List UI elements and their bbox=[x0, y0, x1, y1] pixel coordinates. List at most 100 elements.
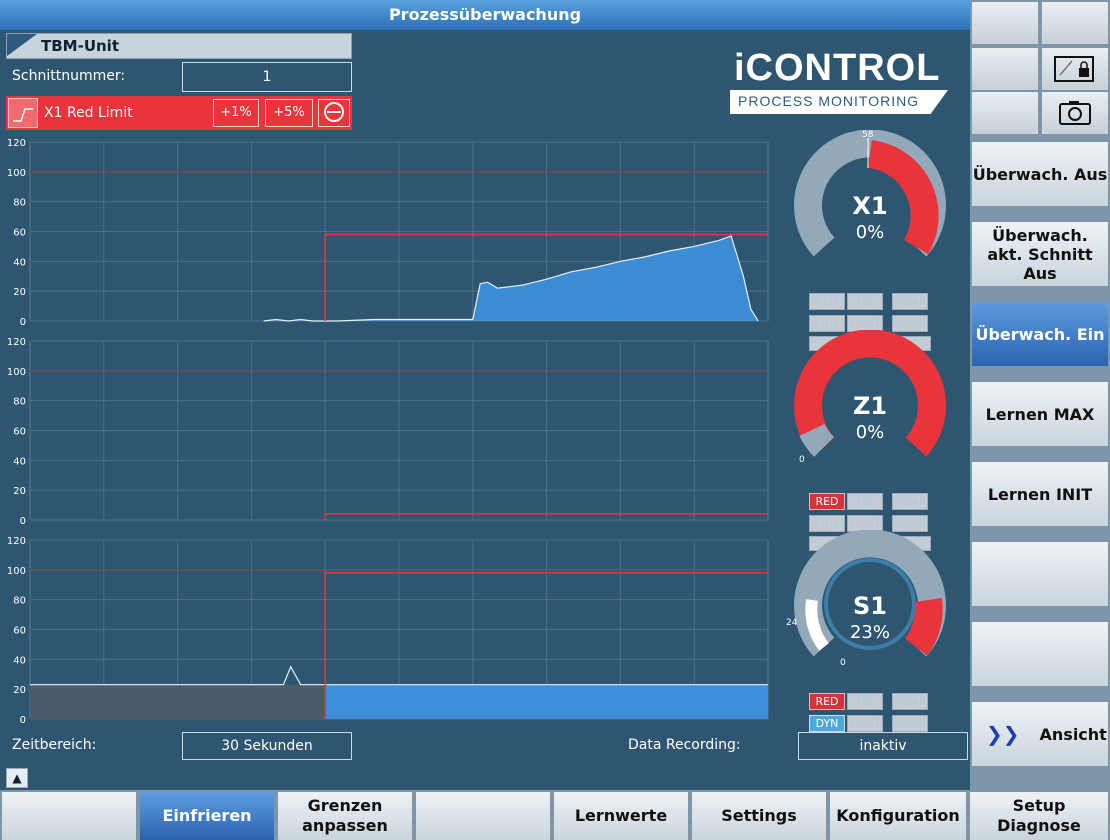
y-tick-label: 0 bbox=[20, 516, 26, 527]
gauge-s1-percent: 23% bbox=[849, 622, 890, 643]
screenshot-button[interactable] bbox=[1042, 92, 1108, 134]
sidebar-blank-2[interactable] bbox=[1042, 2, 1108, 44]
unit-corner-icon bbox=[7, 34, 37, 56]
time-range-label: Zeitbereich: bbox=[12, 737, 97, 753]
s1-red-led: RED bbox=[809, 693, 845, 710]
chart-s1: 120 100 80 60 40 20 0 bbox=[7, 536, 769, 726]
main-panel: TBM-Unit Schnittnummer: 1 X1 Red Limit +… bbox=[0, 30, 970, 766]
setup-diagnosis-button[interactable]: Setup Diagnose bbox=[970, 792, 1108, 840]
s1-wear-led: WEAR bbox=[892, 693, 928, 710]
gauge-x1-percent: 0% bbox=[855, 222, 885, 243]
y-tick-label: 100 bbox=[7, 367, 26, 378]
logo-brand: iCONTROL bbox=[734, 47, 941, 89]
learn-max-button[interactable]: Lernen MAX bbox=[972, 382, 1108, 446]
gauge-z1-marker: 0 bbox=[799, 455, 805, 465]
z1-yel-led: YEL bbox=[847, 493, 883, 510]
red-limit-label: X1 Red Limit bbox=[44, 105, 133, 121]
double-chevron-icon: ❯❯ bbox=[986, 722, 1020, 746]
lock-screen-button[interactable] bbox=[1042, 48, 1108, 90]
gauge-x1-name: X1 bbox=[852, 192, 888, 220]
y-tick-label: 20 bbox=[13, 486, 26, 497]
learned-values-button[interactable]: Lernwerte bbox=[554, 792, 688, 840]
y-tick-label: 40 bbox=[13, 655, 26, 666]
app-root: Prozessüberwachung TBM-Unit Schnittnumme… bbox=[0, 0, 1110, 840]
y-tick-label: 100 bbox=[7, 168, 26, 179]
sidebar-empty-1[interactable] bbox=[972, 542, 1108, 606]
view-label: Ansicht bbox=[1039, 724, 1107, 744]
gauge-s1-inner-marker: 0 bbox=[840, 658, 846, 668]
bottom-toolbar: Einfrieren Grenzen anpassen Lernwerte Se… bbox=[0, 790, 1110, 840]
y-tick-label: 60 bbox=[13, 626, 26, 637]
minus-circle-icon bbox=[324, 102, 344, 122]
unit-name: TBM-Unit bbox=[41, 37, 119, 55]
y-tick-label: 40 bbox=[13, 257, 26, 268]
s1-adap-led: ADAP bbox=[892, 715, 928, 732]
chart-z1: 120 100 80 60 40 20 0 bbox=[7, 337, 769, 527]
expand-up-button[interactable]: ▲ bbox=[6, 768, 28, 788]
sidebar-blank-1[interactable] bbox=[972, 2, 1038, 44]
monitoring-on-button[interactable]: Überwach. Ein bbox=[972, 302, 1108, 366]
y-tick-label: 120 bbox=[7, 138, 26, 149]
y-tick-label: 120 bbox=[7, 337, 26, 348]
limit-chart-icon bbox=[8, 98, 38, 128]
tolerance-band bbox=[30, 684, 326, 719]
signal-fill bbox=[325, 684, 768, 719]
s1-cont-led: CONT bbox=[847, 715, 883, 732]
y-tick-label: 100 bbox=[7, 566, 26, 577]
sidebar-empty-2[interactable] bbox=[972, 622, 1108, 686]
reset-limit-button[interactable] bbox=[318, 99, 350, 127]
logo-sub: PROCESS MONITORING bbox=[738, 93, 920, 109]
gauge-s1: 24 0 S1 23% RED YEL WEAR DYN CONT ADAP T… bbox=[786, 529, 950, 751]
bottom-empty-1[interactable] bbox=[2, 792, 136, 840]
y-tick-label: 80 bbox=[13, 596, 26, 607]
y-tick-label: 0 bbox=[20, 715, 26, 726]
gauge-z1: 0 Z1 0% RED YEL WEAR DYN CONT ADAP TEACH… bbox=[790, 329, 950, 551]
cut-number-label: Schnittnummer: bbox=[12, 68, 126, 84]
freeze-button[interactable]: Einfrieren bbox=[140, 792, 274, 840]
y-tick-label: 60 bbox=[13, 228, 26, 239]
y-tick-label: 80 bbox=[13, 397, 26, 408]
sidebar-blank-3[interactable] bbox=[972, 48, 1038, 90]
camera-icon bbox=[1059, 101, 1091, 125]
y-tick-label: 120 bbox=[7, 536, 26, 547]
gauge-z1-name: Z1 bbox=[852, 392, 888, 420]
bottom-empty-2[interactable] bbox=[416, 792, 550, 840]
view-button[interactable]: ❯❯ Ansicht bbox=[972, 702, 1108, 766]
adjust-limits-button[interactable]: Grenzen anpassen bbox=[278, 792, 412, 840]
settings-button[interactable]: Settings bbox=[692, 792, 826, 840]
s1-dyn-led: DYN bbox=[809, 715, 845, 732]
data-recording-field[interactable]: inaktiv bbox=[798, 732, 968, 760]
y-tick-label: 20 bbox=[13, 685, 26, 696]
chart-x1: 120 100 80 60 40 20 0 bbox=[7, 138, 769, 328]
gauge-x1-marker: 58 bbox=[862, 130, 874, 140]
gauge-x1: 58 X1 0% RED YEL WEAR DYN CONT ADAP TEAC… bbox=[790, 129, 950, 351]
red-limit-bar: X1 Red Limit +1% +5% bbox=[6, 96, 352, 130]
configuration-button[interactable]: Konfiguration bbox=[830, 792, 966, 840]
plus-1-percent-button[interactable]: +1% bbox=[213, 99, 259, 127]
learn-init-button[interactable]: Lernen INIT bbox=[972, 462, 1108, 526]
y-tick-label: 20 bbox=[13, 287, 26, 298]
tablet-lock-icon bbox=[1054, 56, 1094, 82]
gauge-s1-name: S1 bbox=[853, 592, 887, 620]
s1-yel-led: YEL bbox=[847, 693, 883, 710]
icontrol-logo: iCONTROL PROCESS MONITORING bbox=[730, 47, 950, 117]
sidebar-blank-4[interactable] bbox=[972, 92, 1038, 134]
window-title: Prozessüberwachung bbox=[0, 0, 970, 30]
z1-red-led: RED bbox=[809, 493, 845, 510]
time-range-field[interactable]: 30 Sekunden bbox=[182, 732, 352, 760]
z1-wear-led: WEAR bbox=[892, 493, 928, 510]
x1-yel-led: YEL bbox=[847, 293, 883, 310]
monitoring-current-cut-off-button[interactable]: Überwach. akt. Schnitt Aus bbox=[972, 222, 1108, 286]
data-recording-label: Data Recording: bbox=[628, 737, 741, 753]
x1-wear-led: WEAR bbox=[892, 293, 928, 310]
x1-red-led: RED bbox=[809, 293, 845, 310]
y-tick-label: 40 bbox=[13, 456, 26, 467]
monitoring-off-button[interactable]: Überwach. Aus bbox=[972, 142, 1108, 206]
cut-number-field[interactable]: 1 bbox=[182, 62, 352, 92]
y-tick-label: 60 bbox=[13, 427, 26, 438]
right-sidebar: Überwach. Aus Überwach. akt. Schnitt Aus… bbox=[970, 0, 1110, 790]
plus-5-percent-button[interactable]: +5% bbox=[265, 99, 313, 127]
y-tick-label: 0 bbox=[20, 317, 26, 328]
unit-selector[interactable]: TBM-Unit bbox=[6, 33, 352, 59]
gauge-z1-percent: 0% bbox=[855, 422, 885, 443]
